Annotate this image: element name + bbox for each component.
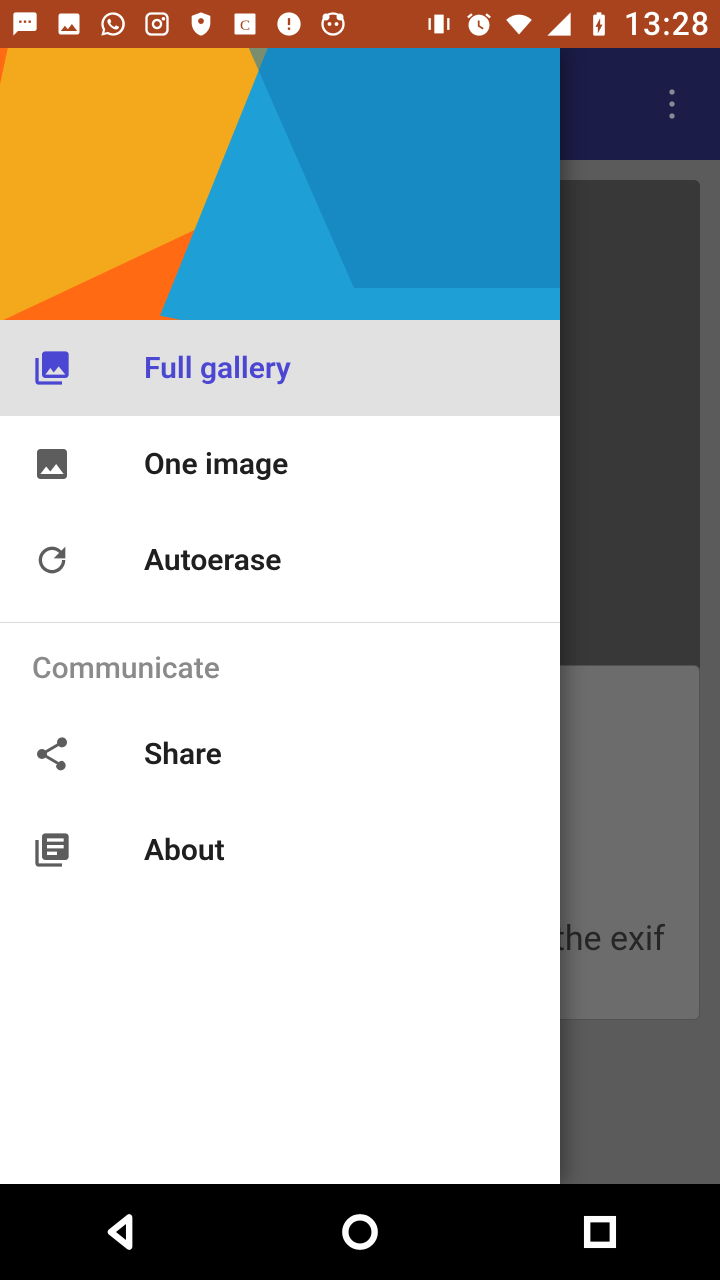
status-clock: 13:28: [624, 5, 710, 43]
drawer-item-share[interactable]: Share: [0, 706, 560, 802]
nav-home-button[interactable]: [328, 1200, 392, 1264]
drawer-item-label: Share: [144, 737, 222, 772]
drawer-item-label: About: [144, 833, 225, 868]
notification-image-icon: [54, 9, 84, 39]
library-books-icon: [32, 830, 72, 870]
notification-whatsapp-icon: [98, 9, 128, 39]
notification-instagram-icon: [142, 9, 172, 39]
drawer-list: Full gallery One image Autoerase Communi…: [0, 320, 560, 1184]
notification-shield-icon: [186, 9, 216, 39]
share-icon: [32, 734, 72, 774]
navigation-drawer: Full gallery One image Autoerase Communi…: [0, 48, 560, 1184]
drawer-header-image: [0, 48, 560, 320]
drawer-item-label: Autoerase: [144, 543, 281, 578]
drawer-item-label: One image: [144, 447, 288, 482]
drawer-item-autoerase[interactable]: Autoerase: [0, 512, 560, 608]
refresh-icon: [32, 540, 72, 580]
status-cell-icon: [544, 9, 574, 39]
android-status-bar: C 13:28: [0, 0, 720, 48]
status-left-icons: C: [10, 9, 348, 39]
notification-calendar-c-icon: C: [230, 9, 260, 39]
nav-recents-button[interactable]: [568, 1200, 632, 1264]
drawer-section-header: Communicate: [0, 623, 560, 706]
status-battery-charging-icon: [584, 9, 614, 39]
notification-sms-icon: [10, 9, 40, 39]
nav-back-button[interactable]: [88, 1200, 152, 1264]
drawer-item-full-gallery[interactable]: Full gallery: [0, 320, 560, 416]
android-nav-bar: [0, 1184, 720, 1280]
notification-cleaner-icon: [274, 9, 304, 39]
notification-panda-icon: [318, 9, 348, 39]
status-vibrate-icon: [424, 9, 454, 39]
collections-icon: [32, 348, 72, 388]
status-right-icons: 13:28: [424, 5, 710, 43]
svg-text:C: C: [240, 17, 250, 34]
image-icon: [32, 444, 72, 484]
drawer-item-one-image[interactable]: One image: [0, 416, 560, 512]
drawer-item-about[interactable]: About: [0, 802, 560, 898]
status-wifi-icon: [504, 9, 534, 39]
drawer-item-label: Full gallery: [144, 351, 291, 386]
status-alarm-icon: [464, 9, 494, 39]
